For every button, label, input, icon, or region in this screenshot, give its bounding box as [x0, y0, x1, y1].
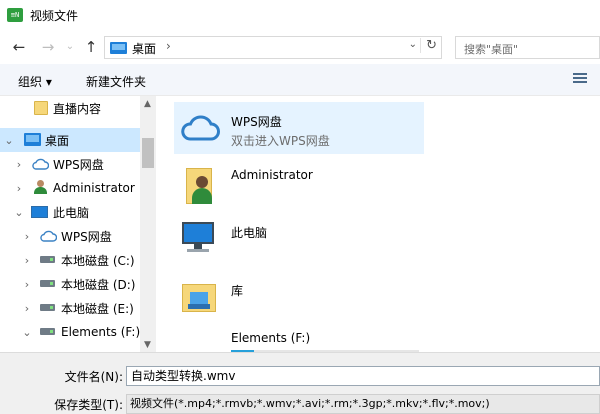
tree-item-label: 桌面: [45, 133, 70, 148]
filename-label: 文件名(N):: [64, 370, 123, 384]
tree-item-desktop[interactable]: ⌄ 桌面: [0, 128, 140, 152]
desktop-icon: [110, 42, 127, 54]
user-folder-icon: [186, 166, 214, 206]
scrollbar-thumb[interactable]: [142, 138, 154, 168]
tree-item-live-content[interactable]: 直播内容: [0, 96, 140, 120]
view-options-icon[interactable]: [573, 73, 587, 86]
tree-item-wps-cloud-2[interactable]: › WPS网盘: [0, 224, 140, 248]
filetype-select[interactable]: 视频文件(*.mp4;*.rmvb;*.wmv;*.avi;*.rm;*.3gp…: [126, 394, 600, 414]
tree-item-label: 此电脑: [53, 205, 90, 220]
item-name: WPS网盘: [231, 115, 282, 129]
library-icon: [182, 278, 218, 314]
title-bar: ≡N 视频文件: [0, 0, 600, 30]
recent-locations-dropdown[interactable]: ⌄: [60, 36, 80, 58]
disk-icon: [40, 256, 55, 263]
tree-item-administrator[interactable]: › Administrator: [0, 176, 140, 200]
filename-input[interactable]: 自动类型转换.wmv: [126, 366, 600, 386]
window-title: 视频文件: [30, 8, 79, 23]
item-name: Administrator: [231, 168, 313, 182]
search-input[interactable]: 搜索"桌面": [455, 36, 600, 59]
tree-item-label: WPS网盘: [61, 229, 112, 244]
new-folder-button[interactable]: 新建文件夹: [86, 73, 146, 90]
tree-item-disk-d[interactable]: › 本地磁盘 (D:): [0, 272, 140, 296]
list-item-administrator[interactable]: Administrator: [174, 160, 424, 212]
item-description: 双击进入WPS网盘: [231, 134, 330, 148]
list-item-wps-cloud[interactable]: WPS网盘 双击进入WPS网盘: [174, 102, 424, 154]
disk-icon: [40, 280, 55, 287]
navigation-bar: ← → ⌄ ↑ 桌面 › ⌄ ↻ 搜索"桌面": [0, 30, 600, 64]
address-location[interactable]: 桌面: [132, 40, 156, 57]
address-chevron-icon[interactable]: ›: [166, 39, 171, 53]
save-options-panel: 文件名(N): 自动类型转换.wmv 保存类型(T): 视频文件(*.mp4;*…: [0, 352, 600, 414]
desktop-icon: [24, 133, 41, 146]
expand-chevron-icon[interactable]: ›: [22, 230, 32, 243]
disk-icon: [40, 304, 55, 311]
command-toolbar: 组织 ▾ 新建文件夹: [0, 64, 600, 96]
refresh-icon[interactable]: ↻: [420, 38, 437, 53]
tree-item-label: 本地磁盘 (E:): [61, 301, 134, 316]
list-item-this-pc[interactable]: 此电脑: [174, 214, 424, 262]
scroll-down-icon[interactable]: ▼: [144, 340, 151, 350]
address-dropdown-icon[interactable]: ⌄: [409, 39, 417, 50]
expand-chevron-icon[interactable]: ›: [14, 182, 24, 195]
tree-item-label: 本地磁盘 (D:): [61, 277, 136, 292]
disk-icon: [40, 328, 55, 335]
scroll-up-icon[interactable]: ▲: [144, 99, 151, 109]
expand-chevron-icon[interactable]: ›: [22, 302, 32, 315]
collapse-chevron-icon[interactable]: ⌄: [14, 206, 24, 219]
collapse-chevron-icon[interactable]: ⌄: [22, 326, 32, 339]
item-name: Elements (F:): [231, 331, 311, 345]
tree-item-disk-c[interactable]: › 本地磁盘 (C:): [0, 248, 140, 272]
forward-button[interactable]: →: [38, 36, 58, 58]
tree-item-elements-f[interactable]: ⌄ Elements (F:): [0, 320, 140, 344]
app-icon: ≡N: [7, 8, 23, 22]
cloud-icon: [181, 115, 220, 141]
cloud-icon: [40, 230, 57, 242]
address-bar[interactable]: 桌面 › ⌄ ↻: [104, 36, 442, 59]
expand-chevron-icon[interactable]: ›: [22, 254, 32, 267]
folder-icon: [34, 101, 48, 115]
collapse-chevron-icon[interactable]: ⌄: [4, 134, 14, 147]
organize-button[interactable]: 组织 ▾: [18, 73, 52, 90]
tree-item-label: Administrator: [53, 181, 135, 195]
tree-item-this-pc[interactable]: ⌄ 此电脑: [0, 200, 140, 224]
search-placeholder: 搜索"桌面": [464, 43, 519, 56]
item-name: 此电脑: [231, 226, 268, 240]
tree-item-label: Elements (F:): [61, 325, 141, 339]
cloud-icon: [32, 158, 49, 170]
expand-chevron-icon[interactable]: ›: [14, 158, 24, 171]
back-button[interactable]: ←: [9, 36, 29, 58]
navigation-pane: 直播内容 ⌄ 桌面 › WPS网盘 › Administrator ⌄ 此电脑 …: [0, 96, 156, 352]
user-icon: [33, 180, 47, 195]
up-button[interactable]: ↑: [81, 36, 101, 58]
file-list: WPS网盘 双击进入WPS网盘 Administrator 此电脑 库 Elem…: [156, 96, 600, 352]
tree-item-disk-e[interactable]: › 本地磁盘 (E:): [0, 296, 140, 320]
computer-icon: [182, 222, 216, 256]
computer-icon: [31, 206, 48, 218]
tree-item-label: WPS网盘: [53, 157, 104, 172]
tree-item-wps-cloud[interactable]: › WPS网盘: [0, 152, 140, 176]
filetype-label: 保存类型(T):: [54, 398, 123, 412]
item-name: 库: [231, 284, 244, 298]
expand-chevron-icon[interactable]: ›: [22, 278, 32, 291]
tree-item-label: 直播内容: [53, 101, 102, 116]
tree-scrollbar[interactable]: ▲ ▼: [140, 96, 156, 352]
list-item-elements-f[interactable]: Elements (F:): [174, 326, 424, 352]
list-item-library[interactable]: 库: [174, 270, 424, 318]
tree-item-label: 本地磁盘 (C:): [61, 253, 135, 268]
